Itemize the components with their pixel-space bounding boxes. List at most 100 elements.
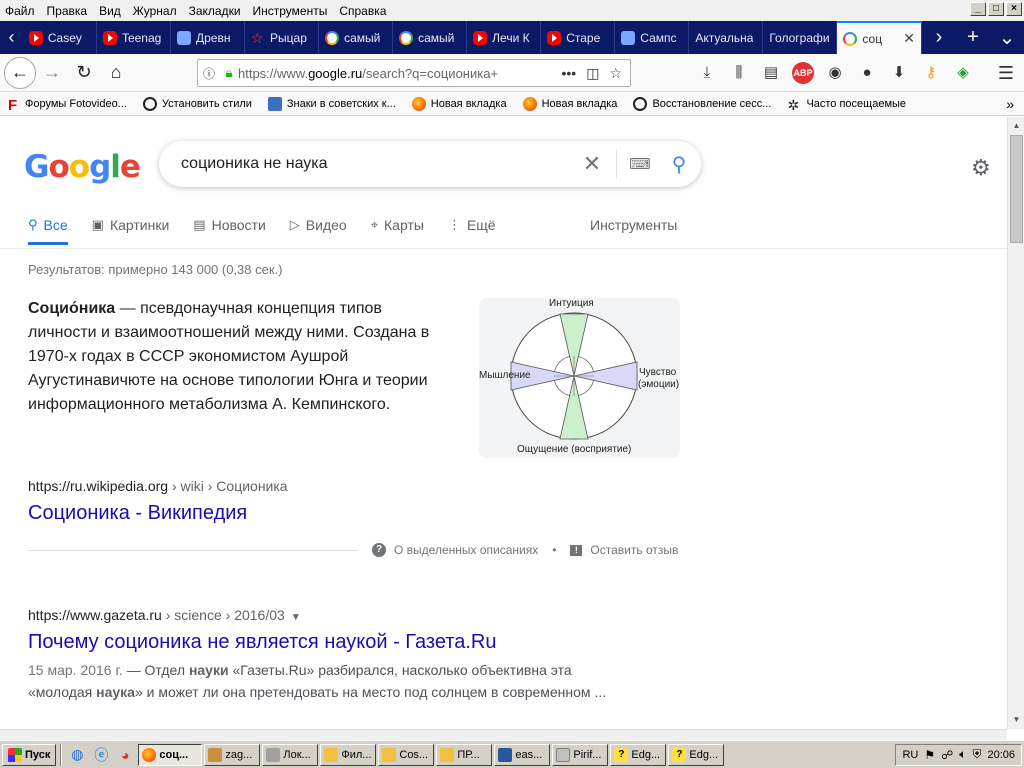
tab-images[interactable]: ▣ Картинки [92, 217, 170, 245]
bookmark-styles[interactable]: Установить стили [135, 96, 260, 111]
horizontal-scrollbar[interactable] [0, 729, 1007, 740]
network-icon[interactable]: ☍ [941, 748, 953, 762]
tab-samyj-1[interactable]: самый [319, 21, 394, 54]
taskbar-item-zag[interactable]: zag... [204, 743, 261, 766]
tab-drevn[interactable]: Древн [171, 21, 246, 54]
clock[interactable]: 20:06 [987, 749, 1015, 761]
taskbar-item-local[interactable]: Лок... [262, 743, 319, 766]
taskbar-item-edg-1[interactable]: ? Edg... [610, 743, 667, 766]
menu-help[interactable]: Справка [333, 4, 392, 18]
tab-list-chevron-down-icon[interactable]: ⌄ [990, 25, 1024, 50]
tab-samps[interactable]: Сампс [615, 21, 690, 54]
bookmark-signs[interactable]: Знаки в советских к... [260, 96, 404, 111]
tab-video[interactable]: ▷ Видео [290, 217, 347, 245]
minimize-button[interactable]: _ [970, 2, 986, 16]
tab-news[interactable]: ▤ Новости [193, 217, 266, 245]
menu-bookmarks[interactable]: Закладки [183, 4, 247, 18]
flag-icon[interactable]: ⚑ [924, 748, 935, 762]
sidebar-icon[interactable]: ▤ [760, 62, 782, 84]
tab-aktualna[interactable]: Актуальна [689, 21, 764, 54]
tab-golografi[interactable]: Голографи [763, 21, 838, 54]
tab-rycar[interactable]: ☆ Рыцар [245, 21, 320, 54]
search-icon[interactable]: ⚲ [657, 152, 701, 177]
featured-result-url[interactable]: https://ru.wikipedia.org › wiki › Социон… [28, 478, 288, 494]
scrollbar-thumb[interactable] [1010, 135, 1023, 243]
tab-stare[interactable]: Старе [541, 21, 616, 54]
hamburger-menu-icon[interactable]: ☰ [998, 63, 1014, 84]
tab-scroll-right-icon[interactable]: › [922, 26, 956, 49]
new-tab-icon[interactable]: + [956, 26, 990, 49]
page-actions-icon[interactable]: ••• [561, 65, 576, 82]
tab-maps[interactable]: ⌖ Карты [371, 217, 424, 245]
taskbar-item-cos[interactable]: Cos... [378, 743, 435, 766]
bookmark-newtab-2[interactable]: Новая вкладка [515, 96, 626, 111]
info-icon[interactable]: ⓘ [198, 65, 220, 82]
start-button[interactable]: Пуск [2, 743, 57, 766]
menu-tools[interactable]: Инструменты [247, 4, 334, 18]
taskbar-item-films[interactable]: Фил... [320, 743, 377, 766]
tab-samyj-2[interactable]: самый [393, 21, 468, 54]
menu-edit[interactable]: Правка [41, 4, 94, 18]
settings-gear-icon[interactable]: ⚙ [971, 155, 991, 181]
extension-icon[interactable]: ● [856, 62, 878, 84]
taskbar-item-pirif[interactable]: Pirif... [552, 743, 609, 766]
account-icon[interactable]: ◉ [824, 62, 846, 84]
clear-icon[interactable]: ✕ [574, 151, 610, 177]
chrome-icon[interactable]: ◕ [114, 744, 136, 766]
internet-explorer-icon[interactable]: ⓔ [90, 744, 112, 766]
bookmark-star-icon[interactable]: ☆ [609, 65, 622, 82]
featured-result-title[interactable]: Соционика - Википедия [28, 502, 247, 525]
address-bar[interactable]: ⓘ 🔒︎ https://www.google.ru/search?q=соци… [197, 59, 631, 87]
menu-history[interactable]: Журнал [127, 4, 183, 18]
tab-teenag[interactable]: Teenag [97, 21, 171, 54]
back-arrow-icon[interactable]: ← [4, 56, 36, 89]
library-icon[interactable]: ⫼ [728, 62, 750, 84]
language-indicator[interactable]: RU [902, 749, 918, 761]
save-extension-icon[interactable]: ⬇ [888, 62, 910, 84]
close-window-button[interactable]: × [1006, 2, 1022, 16]
close-tab-icon[interactable]: ✕ [903, 30, 915, 47]
about-featured-link[interactable]: О выделенных описаниях [394, 543, 538, 557]
download-icon[interactable]: ⤓ [696, 62, 718, 84]
scroll-down-icon[interactable]: ▼ [1010, 713, 1023, 726]
adblock-icon[interactable]: ABP [792, 62, 814, 84]
tab-active-socionics[interactable]: соц ✕ [837, 21, 922, 54]
result-url[interactable]: https://www.gazeta.ru › science › 2016/0… [28, 607, 301, 623]
tab-scroll-left-icon[interactable]: ‹ [0, 21, 23, 54]
chevron-down-icon[interactable]: ▼ [291, 612, 301, 623]
bookmarks-more-icon[interactable]: » [1006, 96, 1024, 112]
keyboard-icon[interactable]: ⌨ [623, 155, 657, 173]
result-title[interactable]: Почему соционика не является наукой - Га… [28, 631, 497, 654]
taskbar-item-firefox[interactable]: соц... [138, 743, 203, 766]
bookmark-most-visited[interactable]: ✲ Часто посещаемые [779, 97, 914, 113]
search-input[interactable]: соционика не наука [159, 155, 574, 173]
tab-lechi[interactable]: Лечи К [467, 21, 542, 54]
feedback-link[interactable]: Оставить отзыв [590, 543, 678, 557]
reload-icon[interactable]: ↻ [68, 57, 100, 89]
vertical-scrollbar[interactable]: ▲ ▼ [1007, 117, 1024, 729]
home-icon[interactable]: ⌂ [100, 57, 132, 89]
volume-icon[interactable]: 🔈︎ [959, 747, 966, 762]
maximize-button[interactable]: □ [988, 2, 1004, 16]
google-logo[interactable]: Google [24, 149, 141, 185]
tools-tab[interactable]: Инструменты [590, 217, 677, 233]
bookmark-fotovideo[interactable]: F Форумы Fotovideo... [0, 97, 135, 114]
taskbar-item-edg-2[interactable]: ? Edg... [668, 743, 725, 766]
pocket-icon[interactable]: ◫ [586, 65, 599, 82]
vpn-extension-icon[interactable]: ◈ [952, 62, 974, 84]
tab-more[interactable]: ⋮ Ещё [448, 217, 496, 245]
tab-all[interactable]: ⚲ Все [28, 217, 68, 245]
menu-file[interactable]: Файл [0, 4, 41, 18]
show-desktop-icon[interactable]: ◍ [66, 744, 88, 766]
url-text[interactable]: https://www.google.ru/search?q=соционика… [238, 66, 561, 81]
taskbar-item-eas[interactable]: eas... [494, 743, 551, 766]
forward-arrow-icon[interactable]: → [36, 57, 68, 89]
tab-casey[interactable]: Casey [23, 21, 97, 54]
bookmark-restore-session[interactable]: Восстановление сесс... [625, 96, 779, 111]
key-extension-icon[interactable]: ⚷ [920, 62, 942, 84]
scroll-up-icon[interactable]: ▲ [1010, 119, 1023, 132]
bookmark-newtab-1[interactable]: Новая вкладка [404, 96, 515, 111]
menu-view[interactable]: Вид [93, 4, 127, 18]
taskbar-item-pr[interactable]: ПР... [436, 743, 493, 766]
security-icon[interactable]: ⛨ [972, 747, 981, 762]
